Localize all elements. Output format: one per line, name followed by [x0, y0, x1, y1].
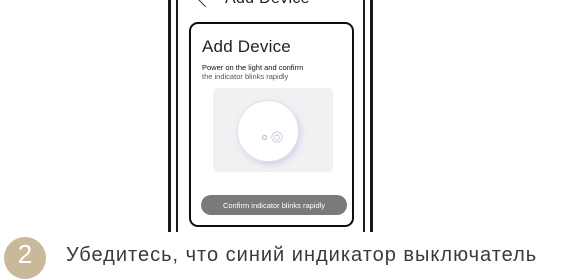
phone-screen-edge-right	[363, 0, 365, 232]
instruction-line-2: the indicator blinks rapidly	[202, 72, 289, 81]
phone-frame-left	[168, 0, 171, 232]
step-instruction-text: Убедитесь, что синий индикатор выключате…	[66, 244, 538, 266]
top-bar: Add Device	[197, 0, 310, 9]
instruction-line-1: Power on the light and confirm	[202, 63, 304, 72]
step-number-badge: 2	[4, 237, 46, 279]
card-title: Add Device	[202, 37, 291, 56]
add-device-card: Add Device Power on the light and confir…	[189, 22, 354, 227]
indicator-dot-icon	[262, 135, 267, 140]
phone-screen-edge-left	[176, 0, 178, 232]
power-icon	[271, 131, 283, 143]
phone-frame-right	[370, 0, 373, 232]
device-illustration	[213, 88, 333, 172]
back-chevron-icon[interactable]	[197, 0, 214, 7]
top-bar-title: Add Device	[225, 0, 310, 8]
device-icon	[237, 100, 299, 162]
confirm-blink-button[interactable]: Confirm indicator blinks rapidly	[201, 195, 347, 215]
